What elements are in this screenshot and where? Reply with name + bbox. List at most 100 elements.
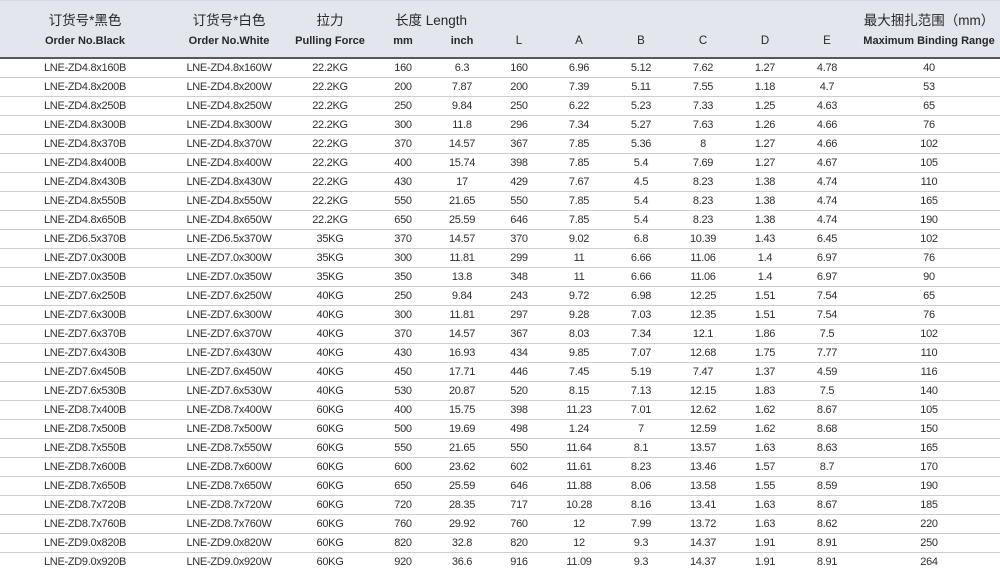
table-cell: 348 (490, 268, 548, 286)
table-cell: 22.2KG (288, 192, 372, 210)
table-cell: 11.8 (434, 116, 490, 134)
table-cell: 60KG (288, 401, 372, 419)
header-length-group: 长度 Length (372, 1, 490, 30)
table-cell: 165 (858, 439, 1000, 457)
table-cell: 200 (372, 78, 434, 96)
table-cell: LNE-ZD7.6x370B (0, 325, 170, 343)
table-row: LNE-ZD4.8x650BLNE-ZD4.8x650W22.2KG65025.… (0, 211, 1000, 230)
table-cell: 8.1 (610, 439, 672, 457)
table-cell: 370 (372, 325, 434, 343)
table-cell: 1.62 (734, 420, 796, 438)
table-cell: 500 (372, 420, 434, 438)
table-cell: LNE-ZD7.0x300B (0, 249, 170, 267)
table-cell: 40KG (288, 325, 372, 343)
table-cell: 8.67 (796, 496, 858, 514)
table-cell: 9.02 (548, 230, 610, 248)
table-cell: 4.59 (796, 363, 858, 381)
table-cell: 1.83 (734, 382, 796, 400)
table-cell: LNE-ZD4.8x430B (0, 173, 170, 191)
table-cell: LNE-ZD8.7x600W (170, 458, 288, 476)
table-cell: 11.88 (548, 477, 610, 495)
table-cell: 520 (490, 382, 548, 400)
table-cell: 60KG (288, 553, 372, 571)
table-cell: 20.87 (434, 382, 490, 400)
table-cell: 1.27 (734, 59, 796, 77)
table-cell: 13.41 (672, 496, 734, 514)
table-cell: 250 (372, 287, 434, 305)
header-pulling-force-en: Pulling Force (288, 30, 372, 57)
table-cell: LNE-ZD9.0x920W (170, 553, 288, 571)
table-cell: 8.7 (796, 458, 858, 476)
table-cell: 916 (490, 553, 548, 571)
table-cell: 5.4 (610, 192, 672, 210)
table-cell: LNE-ZD8.7x600B (0, 458, 170, 476)
table-cell: 11.06 (672, 249, 734, 267)
table-cell: 1.91 (734, 553, 796, 571)
table-cell: 6.8 (610, 230, 672, 248)
table-cell: 6.66 (610, 268, 672, 286)
table-cell: 1.38 (734, 192, 796, 210)
table-body: LNE-ZD4.8x160BLNE-ZD4.8x160W22.2KG1606.3… (0, 59, 1000, 571)
table-cell: LNE-ZD4.8x550W (170, 192, 288, 210)
table-cell: 60KG (288, 439, 372, 457)
table-cell: 220 (858, 515, 1000, 533)
table-cell: 13.8 (434, 268, 490, 286)
table-cell: 7.13 (610, 382, 672, 400)
table-cell: 7.34 (610, 325, 672, 343)
table-cell: 36.6 (434, 553, 490, 571)
table-cell: 11 (548, 268, 610, 286)
table-cell: 105 (858, 401, 1000, 419)
table-cell: LNE-ZD7.6x250B (0, 287, 170, 305)
table-cell: 11.81 (434, 249, 490, 267)
table-cell: 4.74 (796, 192, 858, 210)
table-cell: 398 (490, 154, 548, 172)
header-max-binding-en: Maximum Binding Range (858, 30, 1000, 57)
table-cell: 10.28 (548, 496, 610, 514)
table-cell: 8.91 (796, 553, 858, 571)
table-cell: 5.4 (610, 154, 672, 172)
table-row: LNE-ZD4.8x200BLNE-ZD4.8x200W22.2KG2007.8… (0, 78, 1000, 97)
table-cell: 8 (672, 135, 734, 153)
table-cell: 1.51 (734, 287, 796, 305)
table-cell: 370 (372, 230, 434, 248)
table-cell: LNE-ZD7.6x300B (0, 306, 170, 324)
table-cell: 22.2KG (288, 154, 372, 172)
table-cell: 12 (548, 534, 610, 552)
table-cell: 40KG (288, 306, 372, 324)
table-cell: 530 (372, 382, 434, 400)
table-cell: 920 (372, 553, 434, 571)
table-cell: 5.4 (610, 211, 672, 229)
table-cell: LNE-ZD8.7x500W (170, 420, 288, 438)
table-cell: 11.23 (548, 401, 610, 419)
table-cell: 7.03 (610, 306, 672, 324)
table-cell: 12.1 (672, 325, 734, 343)
table-cell: 60KG (288, 496, 372, 514)
table-cell: 22.2KG (288, 116, 372, 134)
table-cell: LNE-ZD7.6x530B (0, 382, 170, 400)
table-cell: 350 (372, 268, 434, 286)
table-cell: 7.85 (548, 135, 610, 153)
table-cell: 8.23 (672, 173, 734, 191)
table-cell: 5.23 (610, 97, 672, 115)
header-order-white-en: Order No.White (170, 30, 288, 57)
table-cell: 11.61 (548, 458, 610, 476)
header-length-mm: mm (372, 30, 434, 57)
table-cell: 13.72 (672, 515, 734, 533)
table-cell: 550 (372, 439, 434, 457)
table-cell: LNE-ZD7.6x300W (170, 306, 288, 324)
table-cell: 1.57 (734, 458, 796, 476)
table-cell: 15.74 (434, 154, 490, 172)
table-cell: LNE-ZD7.0x350B (0, 268, 170, 286)
table-cell: 7.33 (672, 97, 734, 115)
table-cell: LNE-ZD4.8x370B (0, 135, 170, 153)
table-cell: LNE-ZD9.0x820B (0, 534, 170, 552)
table-cell: 14.57 (434, 325, 490, 343)
table-cell: 760 (490, 515, 548, 533)
table-cell: 7.54 (796, 287, 858, 305)
table-cell: 7.01 (610, 401, 672, 419)
table-cell: 8.91 (796, 534, 858, 552)
table-cell: 6.97 (796, 249, 858, 267)
table-row: LNE-ZD4.8x370BLNE-ZD4.8x370W22.2KG37014.… (0, 135, 1000, 154)
table-cell: 116 (858, 363, 1000, 381)
table-cell: LNE-ZD7.6x530W (170, 382, 288, 400)
